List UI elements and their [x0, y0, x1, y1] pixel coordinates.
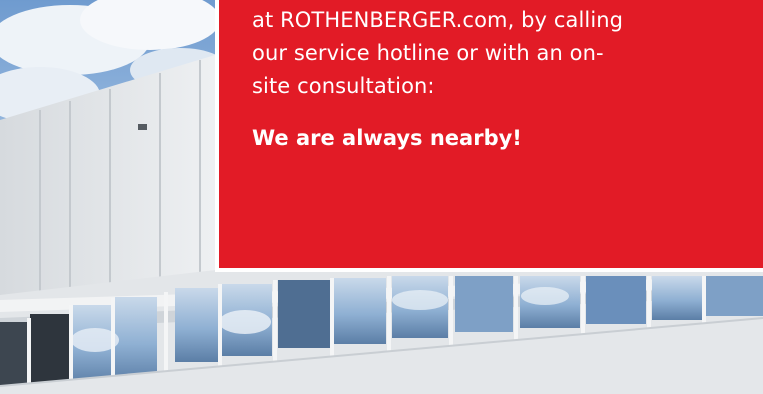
contact-info-line: our service hotline or with an on-: [252, 41, 604, 65]
brochure-page: at ROTHENBERGER.com, by calling our serv…: [0, 0, 763, 394]
contact-info-line: at ROTHENBERGER.com, by calling: [252, 8, 624, 32]
contact-info-line: site consultation:: [252, 74, 435, 98]
info-panel: at ROTHENBERGER.com, by calling our serv…: [215, 0, 763, 272]
tagline: We are always nearby!: [252, 126, 522, 150]
contact-info-text: at ROTHENBERGER.com, by calling our serv…: [252, 4, 692, 103]
